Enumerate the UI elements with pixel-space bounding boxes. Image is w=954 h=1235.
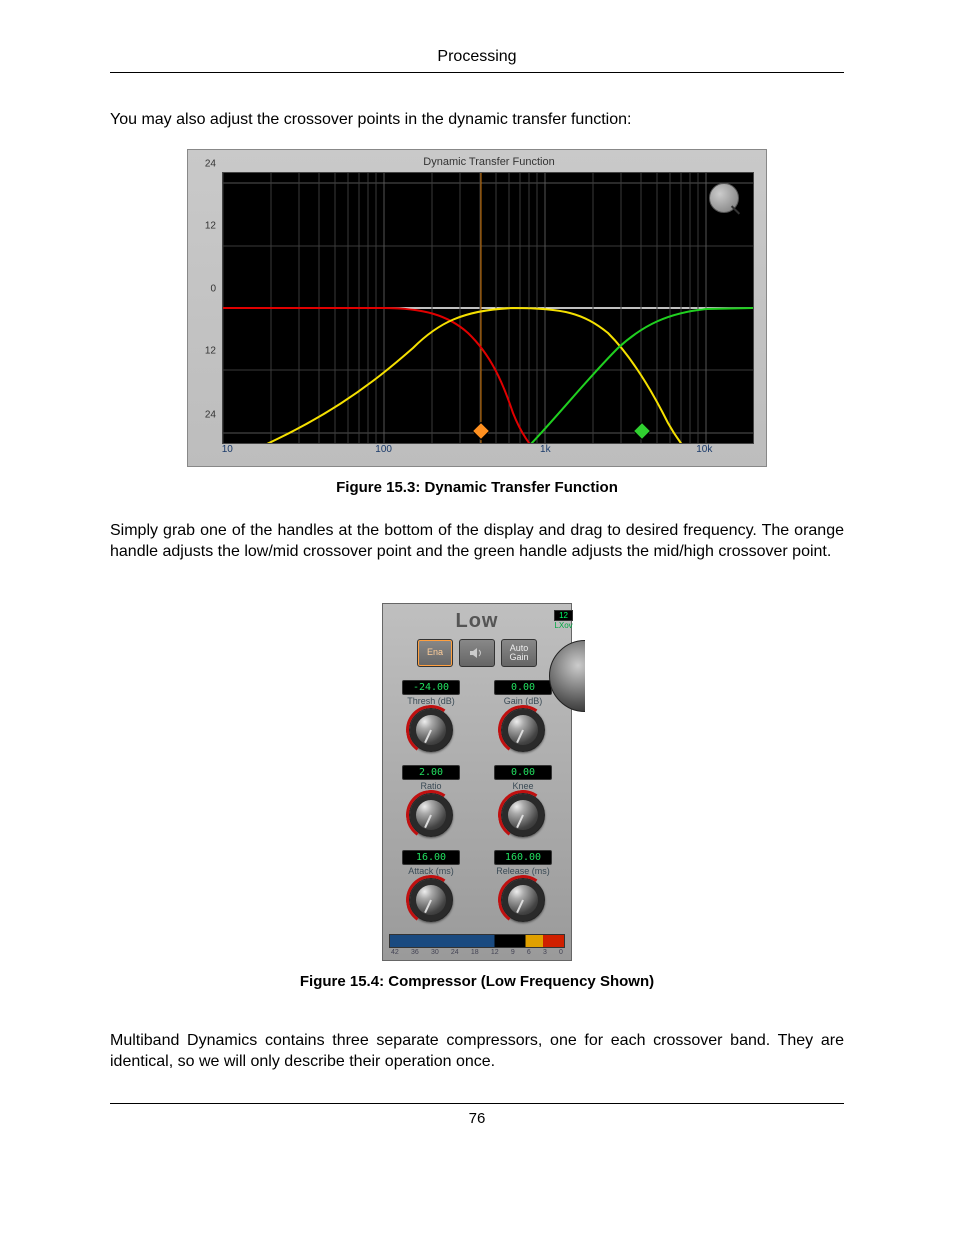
figure-15-4-caption: Figure 15.4: Compressor (Low Frequency S… [110,973,844,990]
header-rule [110,72,844,73]
figure-15-4: Low 12 LXov Ena Auto Gain -24.00 [110,603,844,961]
enable-button[interactable]: Ena [417,639,453,667]
attack-knob[interactable] [409,878,453,922]
band-title: Low [389,610,565,633]
auto-gain-button[interactable]: Auto Gain [501,639,537,667]
solo-button[interactable] [459,639,495,667]
paragraph-handles: Simply grab one of the handles at the bo… [110,520,844,563]
lxov-knob[interactable] [549,630,585,720]
page-header: Processing [110,48,844,72]
footer-rule [110,1103,844,1104]
thresh-knob[interactable] [409,708,453,752]
ratio-value: 2.00 [402,765,460,780]
thresh-value: -24.00 [402,680,460,695]
release-value: 160.00 [494,850,552,865]
page-number: 76 [110,1110,844,1127]
gain-value: 0.00 [494,680,552,695]
dtf-plot-area[interactable] [222,172,754,444]
paragraph-multiband: Multiband Dynamics contains three separa… [110,1030,844,1073]
knee-knob[interactable] [501,793,545,837]
release-knob[interactable] [501,878,545,922]
ratio-knob[interactable] [409,793,453,837]
paragraph-intro: You may also adjust the crossover points… [110,109,844,131]
lxov-readout: 12 LXov [554,610,573,630]
gain-reduction-meter [389,934,565,948]
dtf-panel: Dynamic Transfer Function 24 12 0 12 24 [187,149,767,467]
gain-knob[interactable] [501,708,545,752]
knee-value: 0.00 [494,765,552,780]
knob-grid: -24.00 Thresh (dB) 0.00 Gain (dB) 2.00 R… [389,677,565,928]
figure-15-3: Dynamic Transfer Function 24 12 0 12 24 [110,149,844,467]
dtf-panel-title: Dynamic Transfer Function [222,154,756,172]
figure-15-3-caption: Figure 15.3: Dynamic Transfer Function [110,479,844,496]
magnifier-icon[interactable] [709,183,739,213]
dtf-x-axis-labels: 10 100 1k 10k [222,444,752,460]
meter-scale: 42 36 30 24 18 12 9 6 3 0 [389,948,565,956]
attack-value: 16.00 [402,850,460,865]
dtf-y-axis-labels: 24 12 0 12 24 [192,154,218,424]
compressor-panel: Low 12 LXov Ena Auto Gain -24.00 [382,603,572,961]
speaker-icon [469,647,485,659]
